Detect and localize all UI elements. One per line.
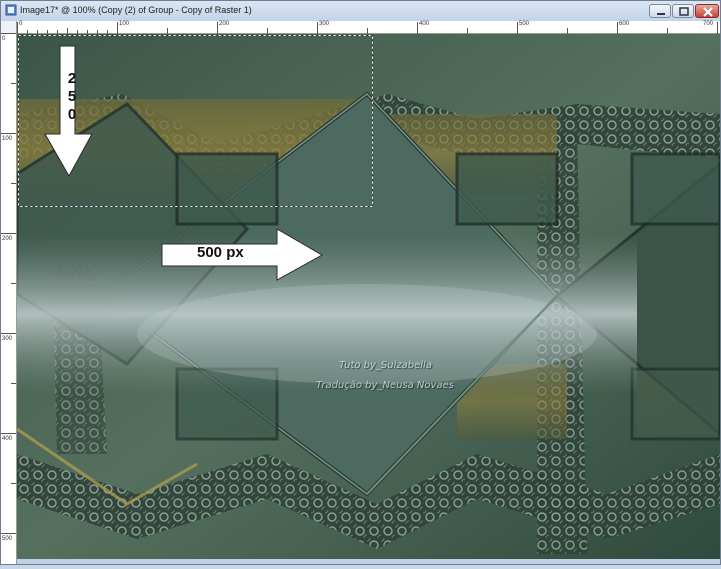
ruler-label: 300 [2,336,13,342]
maximize-icon [679,7,689,16]
ruler-label: 500 [519,21,530,27]
watermark-line1: Tuto by_Suizabella [339,360,432,371]
vertical-ruler[interactable]: 0 100 200 300 400 500 [1,33,17,564]
image-canvas[interactable]: 2 5 0 500 px Tuto by_Suizabella Tradução… [17,34,720,559]
ruler-label: 200 [219,21,230,27]
ruler-label: 0 [19,21,23,27]
artwork [17,34,720,559]
maximize-button[interactable] [672,4,694,18]
paint-app-icon [5,4,17,16]
ruler-label: 0 [2,36,6,42]
ruler-label: 500 [2,536,13,542]
title-bar[interactable]: Image17* @ 100% (Copy (2) of Group - Cop… [1,1,720,21]
ruler-label: 300 [319,21,330,27]
ruler-label: 400 [419,21,430,27]
horizontal-size-label: 500 px [197,244,244,261]
vertical-ruler-ticks [1,33,16,534]
ruler-label: 400 [2,436,13,442]
window-title: Image17* @ 100% (Copy (2) of Group - Cop… [20,5,252,15]
minimize-button[interactable] [649,4,671,18]
ruler-label: 100 [2,136,13,142]
close-icon [703,7,713,17]
minimize-icon [657,13,665,15]
close-button[interactable] [695,4,719,18]
ruler-label: 600 [619,21,630,27]
ruler-label: 100 [119,21,130,27]
image-window: Image17* @ 100% (Copy (2) of Group - Cop… [0,0,721,565]
ruler-label: 200 [2,236,13,242]
ruler-label: 700 [703,21,714,27]
horizontal-ruler[interactable]: 0 100 200 300 400 500 600 700 [17,21,720,34]
watermark-line2: Tradução by_Neusa Novaes [316,380,454,391]
vertical-size-label: 2 5 0 [67,70,77,123]
